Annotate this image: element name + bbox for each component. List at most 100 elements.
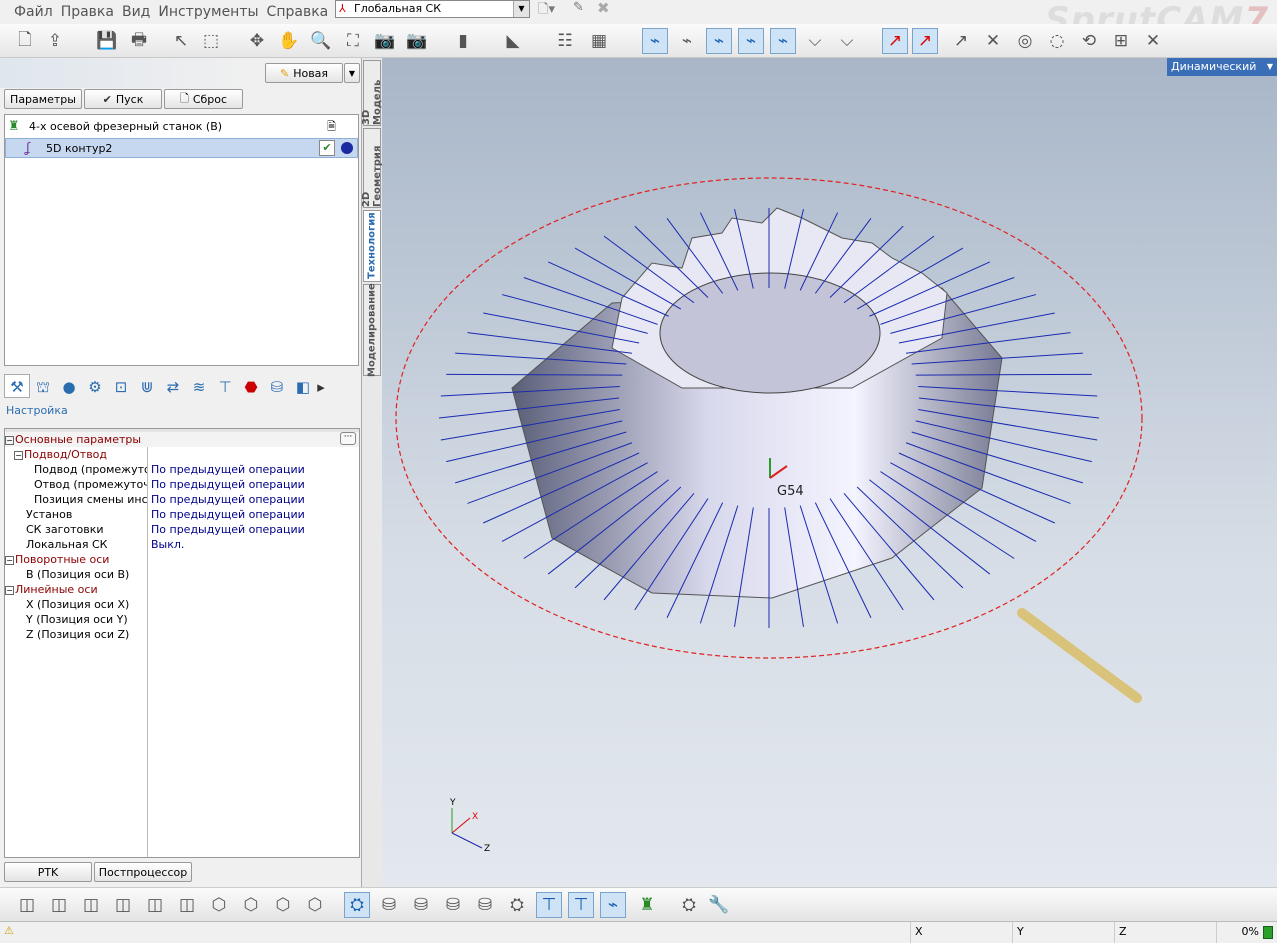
menu-edit[interactable]: Правка <box>61 4 114 20</box>
box-select-icon[interactable]: ⬚ <box>198 28 224 54</box>
prop-row[interactable]: Позиция смены инструПо предыдущей операц… <box>5 492 359 507</box>
stock-view-icon[interactable]: ⛁ <box>376 892 402 918</box>
tab-simulation[interactable]: Моделирование <box>363 283 381 377</box>
pan-hand-icon[interactable]: ✋ <box>276 28 302 54</box>
view-mode-select[interactable]: Динамический ▼ <box>1167 58 1277 76</box>
machine-view-icon[interactable]: ⛭ <box>344 892 370 918</box>
wrench-icon[interactable]: 🔧 <box>706 892 732 918</box>
close-icon[interactable]: ✖ <box>597 0 610 17</box>
more-button[interactable]: ··· <box>340 432 356 445</box>
rotate-icon[interactable]: ✥ <box>244 28 270 54</box>
tool-icon-1[interactable]: ⌵ <box>802 28 828 54</box>
prop-row[interactable]: Локальная СК Выкл. <box>5 537 359 552</box>
prop-row[interactable]: X (Позиция оси X) <box>5 597 359 612</box>
node-icon-1[interactable]: ↗ <box>882 28 908 54</box>
view-front-icon[interactable]: ◫ <box>14 892 40 918</box>
tab-ptk[interactable]: PTK <box>4 862 92 882</box>
view-back-icon[interactable]: ◫ <box>46 892 72 918</box>
strategy-tab-icon[interactable]: ≋ <box>186 375 212 399</box>
camera-restore-icon[interactable]: 📷 <box>404 28 430 54</box>
prop-row[interactable]: B (Позиция оси B) <box>5 567 359 582</box>
box-tab-icon[interactable]: ◧ <box>290 375 316 399</box>
grid-icon[interactable]: ⊞ <box>1108 28 1134 54</box>
coordinate-system-select[interactable]: ⅄ Глобальная СК ▼ <box>335 0 530 18</box>
prop-row[interactable]: СК заготовки По предыдущей операции <box>5 522 359 537</box>
sphere-tab-icon[interactable]: ● <box>56 375 82 399</box>
prop-row[interactable]: − Основные параметры ··· <box>5 432 359 447</box>
ok-view-icon[interactable]: ⛁ <box>472 892 498 918</box>
new-dropdown-button[interactable]: ▼ <box>344 63 360 83</box>
iso-view-2-icon[interactable]: ⬡ <box>238 892 264 918</box>
edit-icon[interactable]: ✎ <box>573 0 584 15</box>
zoom-icon[interactable]: 🔍 <box>308 28 334 54</box>
tree-item-operation[interactable]: ʆ 5D контур2 ✔ <box>5 138 358 158</box>
menu-view[interactable]: Вид <box>122 4 150 20</box>
node-icon-8[interactable]: ✕ <box>1140 28 1166 54</box>
tab-3d-model[interactable]: 3D Модель <box>361 60 383 126</box>
cylinder-tab-icon[interactable]: ⛁ <box>264 375 290 399</box>
new-doc-icon[interactable]: 🗋▾ <box>538 0 555 22</box>
chevron-down-icon[interactable]: ▼ <box>513 1 529 17</box>
node-icon-5[interactable]: ◎ <box>1012 28 1038 54</box>
fixture-view-icon[interactable]: ⛁ <box>440 892 466 918</box>
view-bottom-icon[interactable]: ◫ <box>174 892 200 918</box>
node-icon-4[interactable]: ✕ <box>980 28 1006 54</box>
tab-postprocessor[interactable]: Постпроцессор <box>94 862 192 882</box>
view-left-icon[interactable]: ◫ <box>78 892 104 918</box>
toolpath-icon-5[interactable]: ⌁ <box>770 28 796 54</box>
tree-item-machine[interactable]: ♜ 4-х осевой фрезерный станок (B) 🗎 <box>5 117 358 137</box>
prop-row[interactable]: − Подвод/Отвод <box>5 447 359 462</box>
cylinder-icon[interactable]: ▮ <box>450 28 476 54</box>
import-icon[interactable]: ⇪ <box>42 28 68 54</box>
notes-icon[interactable]: 🗎 <box>327 117 336 137</box>
tab-parameters[interactable]: Параметры <box>4 89 82 109</box>
node-icon-2[interactable]: ↗ <box>912 28 938 54</box>
camera-save-icon[interactable]: 📷 <box>372 28 398 54</box>
menu-help[interactable]: Справка <box>267 4 329 20</box>
holder-view-icon[interactable]: ⛭ <box>504 892 530 918</box>
prop-row[interactable]: Z (Позиция оси Z) <box>5 627 359 642</box>
settings-sliders-icon[interactable]: ☷ <box>552 28 578 54</box>
setup-tab-icon[interactable]: ⚒ <box>4 374 30 398</box>
machine-icon[interactable]: ♜ <box>634 892 660 918</box>
node-icon-6[interactable]: ◌ <box>1044 28 1070 54</box>
enabled-checkbox[interactable]: ✔ <box>319 140 335 156</box>
view-right-icon[interactable]: ◫ <box>110 892 136 918</box>
tool-view-2-icon[interactable]: ⊤ <box>568 892 594 918</box>
run-button[interactable]: ✔ Пуск <box>84 89 162 109</box>
prop-row[interactable]: − Поворотные оси <box>5 552 359 567</box>
tool-tab-icon[interactable]: ⛫ <box>30 375 56 399</box>
tab-2d-geometry[interactable]: 2D Геометрия <box>361 128 383 208</box>
prop-row[interactable]: Y (Позиция оси Y) <box>5 612 359 627</box>
3d-viewport[interactable]: G54 Y X Z Динамический ▼ <box>382 58 1277 887</box>
calculator-icon[interactable]: ▦ <box>586 28 612 54</box>
prop-row[interactable]: − Линейные оси <box>5 582 359 597</box>
iso-view-1-icon[interactable]: ⬡ <box>206 892 232 918</box>
print-icon[interactable]: 🖶 <box>126 28 152 54</box>
node-icon-7[interactable]: ⟲ <box>1076 28 1102 54</box>
feed-tab-icon[interactable]: ⋓ <box>134 375 160 399</box>
machine-settings-icon[interactable]: ⛭ <box>676 892 702 918</box>
prop-row[interactable]: Отвод (промежуточныПо предыдущей операци… <box>5 477 359 492</box>
m1-stop-icon[interactable]: ⬣ <box>238 375 264 399</box>
speed-tab-icon[interactable]: ⇄ <box>160 375 186 399</box>
view-top-icon[interactable]: ◫ <box>142 892 168 918</box>
iso-view-4-icon[interactable]: ⬡ <box>302 892 328 918</box>
menu-file[interactable]: Файл <box>14 4 53 20</box>
tool-icon-2[interactable]: ⌵ <box>834 28 860 54</box>
save-icon[interactable]: 💾 <box>94 28 120 54</box>
fit-view-icon[interactable]: ⛶ <box>340 28 366 54</box>
new-operation-button[interactable]: ✎ Новая <box>265 63 343 83</box>
menu-tools[interactable]: Инструменты <box>158 4 258 20</box>
prop-row[interactable]: Подвод (промежуточнПо предыдущей операци… <box>5 462 359 477</box>
node-icon-3[interactable]: ↗ <box>948 28 974 54</box>
tool-view-icon[interactable]: ⊤ <box>536 892 562 918</box>
prop-row[interactable]: Установ По предыдущей операции <box>5 507 359 522</box>
toolpath-icon-1[interactable]: ⌁ <box>642 28 668 54</box>
gear-tab-icon[interactable]: ⚙ <box>82 375 108 399</box>
toolpath-icon-3[interactable]: ⌁ <box>706 28 732 54</box>
reset-button[interactable]: 🗋 Сброс <box>164 89 243 109</box>
shape-icon[interactable]: ◣ <box>500 28 526 54</box>
new-file-icon[interactable]: 🗋 <box>12 28 38 54</box>
path-view-icon[interactable]: ⌁ <box>600 892 626 918</box>
